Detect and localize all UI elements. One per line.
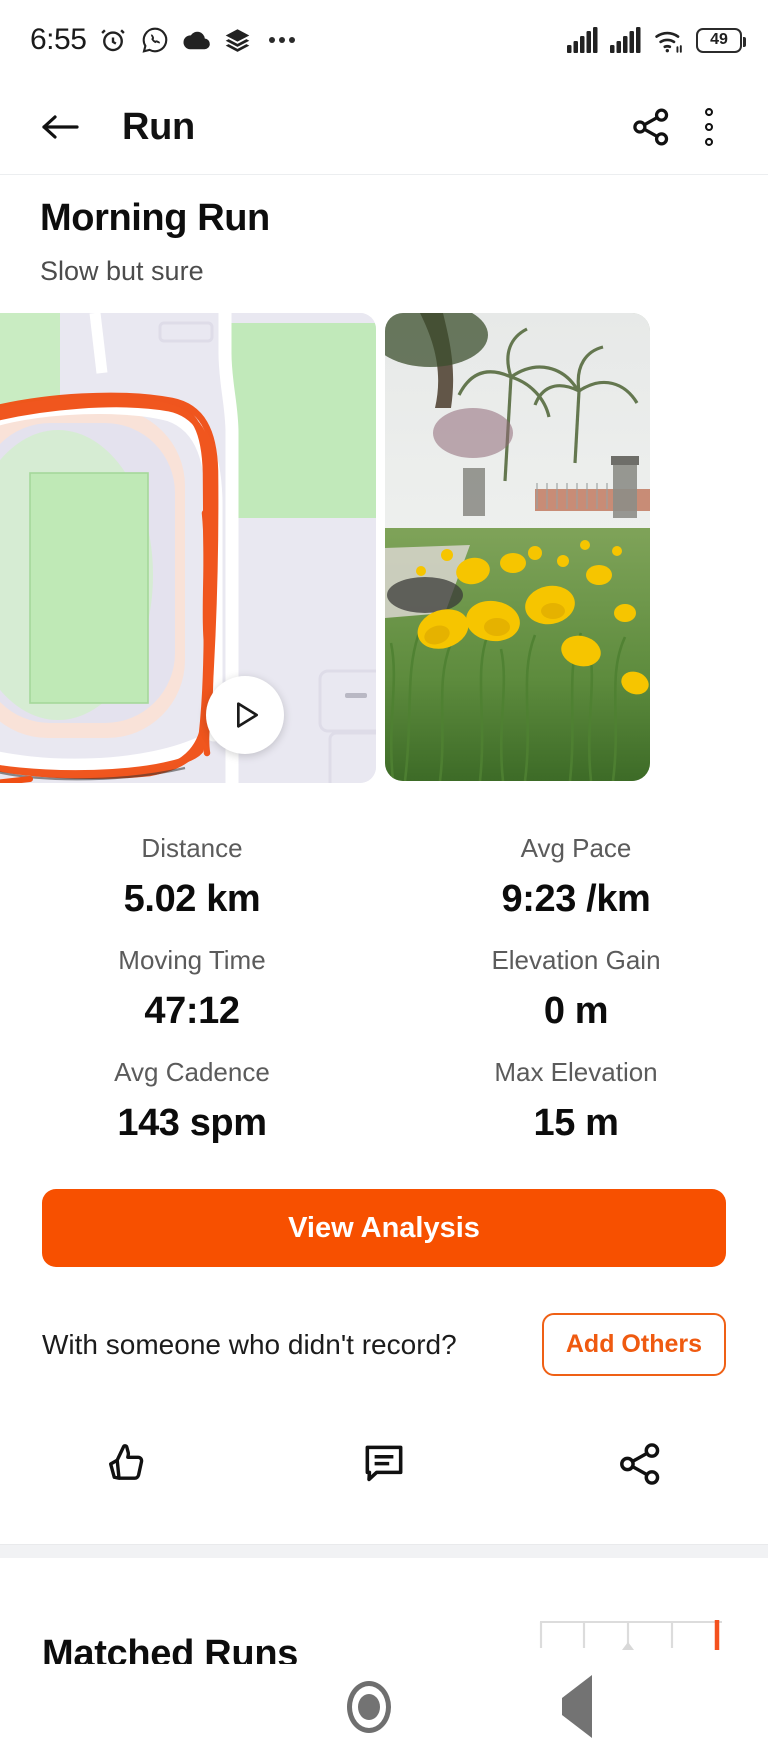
- matched-runs-section: Matched Runs: [0, 1558, 768, 1676]
- stat-value: 15 m: [533, 1102, 619, 1144]
- whatsapp-icon: [140, 25, 170, 55]
- thumbs-up-icon: [101, 1437, 155, 1496]
- stat-elevation-gain: Elevation Gain 0 m: [384, 929, 768, 1041]
- stat-max-elevation: Max Elevation 15 m: [384, 1041, 768, 1153]
- circle-icon: [346, 1680, 391, 1733]
- stat-avg-cadence: Avg Cadence 143 spm: [0, 1041, 384, 1153]
- add-others-row: With someone who didn't record? Add Othe…: [0, 1267, 768, 1376]
- phone-screen: 6:55 49 Run Morning Run Slow but sure Di…: [0, 0, 768, 1749]
- share-button[interactable]: [512, 1426, 768, 1506]
- home-button[interactable]: [346, 1680, 391, 1733]
- stat-label: Elevation Gain: [491, 945, 661, 975]
- add-others-prompt: With someone who didn't record?: [42, 1328, 457, 1360]
- status-bar-right: 49: [567, 27, 746, 54]
- system-nav-bar: [0, 1664, 768, 1749]
- stats-grid: Distance 5.02 km Avg Pace 9:23 /km Movin…: [0, 783, 768, 1153]
- stat-value: 0 m: [543, 990, 609, 1032]
- more-dots-icon: [269, 37, 296, 43]
- cloud-icon: [182, 27, 212, 53]
- photo-graphic: [385, 313, 650, 781]
- stat-row: Distance 5.02 km Avg Pace 9:23 /km: [0, 817, 768, 929]
- battery-icon: 49: [696, 27, 746, 53]
- stat-label: Avg Cadence: [114, 1057, 270, 1087]
- signal-bars-icon: [567, 27, 599, 53]
- stat-row: Avg Cadence 143 spm Max Elevation 15 m: [0, 1041, 768, 1153]
- section-divider: [0, 1544, 768, 1558]
- stat-avg-pace: Avg Pace 9:23 /km: [384, 817, 768, 929]
- stat-value: 143 spm: [117, 1102, 267, 1144]
- stat-value: 47:12: [144, 990, 240, 1032]
- media-row: [0, 313, 768, 783]
- stat-value: 9:23 /km: [501, 878, 651, 920]
- route-map[interactable]: [0, 313, 376, 783]
- share-icon: [614, 1438, 666, 1495]
- more-vertical-icon[interactable]: [680, 98, 738, 156]
- add-others-button[interactable]: Add Others: [541, 1313, 726, 1376]
- battery-level: 49: [710, 31, 728, 48]
- status-bar: 6:55 49: [0, 0, 768, 80]
- stat-label: Avg Pace: [520, 833, 632, 863]
- wifi-icon: [653, 27, 685, 54]
- social-actions-row: [0, 1426, 768, 1506]
- stat-label: Moving Time: [118, 945, 266, 975]
- comment-button[interactable]: [256, 1426, 512, 1506]
- triangle-back-icon: [562, 1674, 593, 1738]
- stat-label: Distance: [141, 833, 243, 863]
- like-button[interactable]: [0, 1426, 256, 1506]
- stat-row: Moving Time 47:12 Elevation Gain 0 m: [0, 929, 768, 1041]
- map-graphic: [0, 313, 376, 783]
- status-bar-clock: 6:55: [30, 23, 87, 56]
- activity-title: Morning Run: [40, 197, 270, 239]
- comment-icon: [359, 1439, 409, 1494]
- stat-value: 5.02 km: [123, 878, 261, 920]
- cta-wrapper: View Analysis: [0, 1153, 768, 1267]
- status-bar-left: 6:55: [30, 23, 296, 57]
- play-button[interactable]: [206, 676, 284, 754]
- stat-label: Max Elevation: [494, 1057, 658, 1087]
- activity-description: Slow but sure: [40, 256, 204, 286]
- view-analysis-button[interactable]: View Analysis: [42, 1189, 726, 1267]
- back-arrow-icon[interactable]: [34, 101, 86, 153]
- signal-bars-2-icon: [610, 27, 642, 53]
- alarm-icon: [98, 25, 128, 55]
- layers-icon: [224, 27, 251, 54]
- nav-back-button[interactable]: [562, 1674, 593, 1738]
- page-title: Run: [122, 105, 195, 148]
- activity-photo[interactable]: [385, 313, 650, 781]
- stat-distance: Distance 5.02 km: [0, 817, 384, 929]
- stat-moving-time: Moving Time 47:12: [0, 929, 384, 1041]
- app-bar: Run: [0, 80, 768, 175]
- share-icon[interactable]: [622, 98, 680, 156]
